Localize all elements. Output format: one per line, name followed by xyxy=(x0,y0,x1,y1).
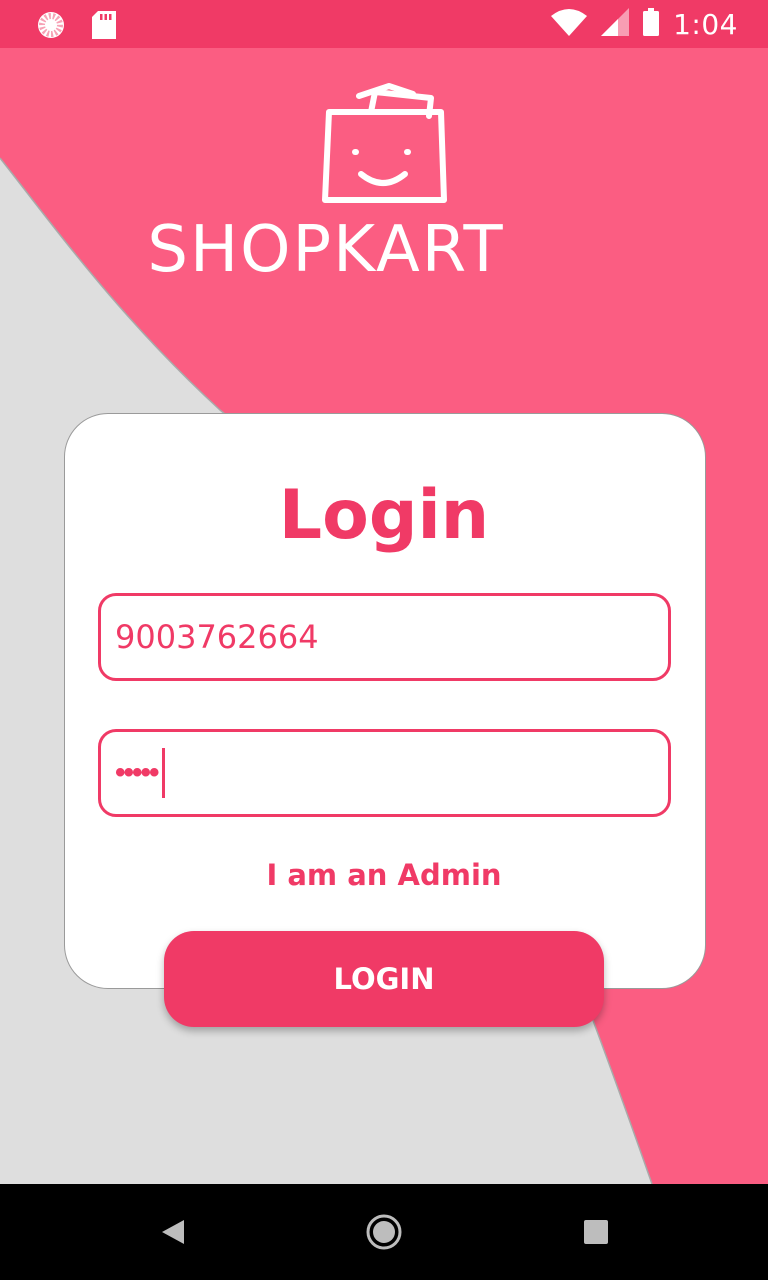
password-input[interactable]: ••••• xyxy=(98,729,671,817)
admin-login-link[interactable]: I am an Admin xyxy=(0,858,768,892)
signal-icon xyxy=(601,8,630,41)
app-logo: SHOPKART xyxy=(0,82,768,282)
brand-name: SHOPKART xyxy=(147,213,505,287)
login-title: Login xyxy=(278,476,490,555)
text-cursor xyxy=(161,748,165,798)
recents-icon[interactable] xyxy=(572,1208,620,1261)
shopping-bag-smile-icon xyxy=(322,83,447,203)
back-icon[interactable] xyxy=(150,1208,198,1261)
sd-card-icon xyxy=(92,11,116,44)
status-time: 1:04 xyxy=(673,8,738,41)
sync-icon xyxy=(36,10,66,45)
battery-icon xyxy=(643,8,660,41)
phone-input-value: 9003762664 xyxy=(115,618,319,656)
login-button[interactable]: LOGIN xyxy=(164,931,604,1027)
home-icon[interactable] xyxy=(360,1208,408,1261)
password-input-value: ••••• xyxy=(115,756,159,789)
navigation-bar xyxy=(0,1184,768,1280)
wifi-icon xyxy=(551,8,588,41)
phone-input[interactable]: 9003762664 xyxy=(98,593,671,681)
status-bar: 1:04 xyxy=(0,0,768,48)
